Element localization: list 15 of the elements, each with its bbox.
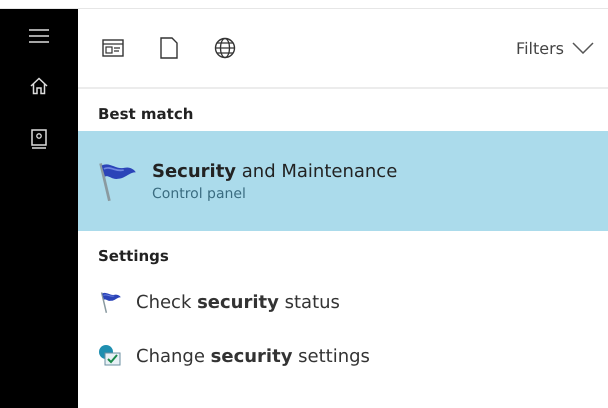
result-item[interactable]: Security and Maintenance Control panel (78, 131, 608, 231)
section-heading: Settings (97, 246, 170, 267)
menu-icon[interactable] (29, 29, 49, 43)
app-window-icon[interactable] (102, 39, 124, 57)
section-heading: Best match (97, 104, 194, 119)
document-icon[interactable] (160, 37, 178, 59)
notebook-icon[interactable] (31, 129, 47, 149)
chevron-down-icon (572, 42, 594, 54)
check-window-icon (98, 344, 122, 368)
filters-button[interactable]: Filters (516, 38, 594, 58)
globe-icon[interactable] (214, 37, 236, 59)
result-item[interactable]: Check security status (78, 275, 608, 329)
flag-icon (98, 290, 122, 314)
home-icon[interactable] (30, 77, 48, 95)
result-item[interactable]: Change security settings (78, 329, 608, 383)
